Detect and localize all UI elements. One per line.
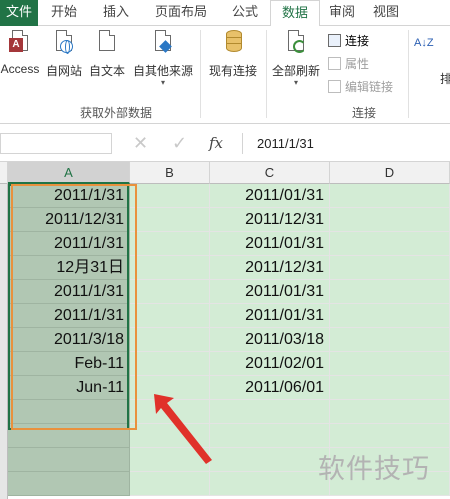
connections-group-label: 连接 bbox=[352, 106, 377, 120]
group-separator bbox=[200, 30, 201, 118]
tab-insert[interactable]: 插入 bbox=[90, 0, 142, 26]
refresh-all-label: 全部刷新 bbox=[271, 64, 320, 78]
ribbon-tab-bar: 文件 开始 插入 页面布局 公式 数据 审阅 视图 bbox=[0, 0, 450, 27]
cell-d5[interactable] bbox=[330, 280, 450, 304]
name-box[interactable] bbox=[0, 133, 112, 154]
ribbon: A Access 自网站 自文本 自其他来源 ▾ 现有连接 获取外部数据 全部刷… bbox=[0, 26, 450, 124]
column-header-b[interactable]: B bbox=[130, 162, 210, 184]
refresh-all-button[interactable]: 全部刷新 ▾ bbox=[268, 30, 324, 87]
cell-c5[interactable]: 2011/01/31 bbox=[210, 280, 330, 304]
formula-bar: ✕ ✓ fx 2011/1/31 bbox=[0, 124, 450, 162]
column-header-d[interactable]: D bbox=[330, 162, 450, 184]
cell-d6[interactable] bbox=[330, 304, 450, 328]
from-other-sources-button[interactable]: 自其他来源 ▾ bbox=[130, 30, 196, 87]
cell-d4[interactable] bbox=[330, 256, 450, 280]
access-icon: A bbox=[9, 30, 31, 58]
from-other-sources-label: 自其他来源 bbox=[132, 64, 193, 78]
cell-d11[interactable] bbox=[330, 424, 450, 448]
refresh-icon bbox=[285, 30, 307, 58]
cell-c13[interactable] bbox=[210, 472, 330, 496]
other-sources-icon bbox=[152, 30, 174, 58]
cell-d1[interactable] bbox=[330, 184, 450, 208]
cell-c3[interactable]: 2011/01/31 bbox=[210, 232, 330, 256]
highlight-box bbox=[11, 184, 137, 430]
cell-d7[interactable] bbox=[330, 328, 450, 352]
properties-icon bbox=[328, 57, 341, 70]
cell-b2[interactable] bbox=[130, 208, 210, 232]
tab-review[interactable]: 审阅 bbox=[320, 0, 364, 26]
tab-formulas[interactable]: 公式 bbox=[220, 0, 270, 26]
cancel-icon[interactable]: ✕ bbox=[133, 133, 148, 154]
sort-ascending-icon[interactable]: A↓Z bbox=[414, 38, 434, 49]
cell-d8[interactable] bbox=[330, 352, 450, 376]
tab-file[interactable]: 文件 bbox=[0, 0, 38, 26]
connections-label: 连接 bbox=[345, 34, 370, 48]
sort-label[interactable]: 排 bbox=[440, 70, 450, 87]
cell-b4[interactable] bbox=[130, 256, 210, 280]
cell-c8[interactable]: 2011/02/01 bbox=[210, 352, 330, 376]
edit-links-button[interactable]: 编辑链接 bbox=[328, 78, 393, 96]
cell-c10[interactable] bbox=[210, 400, 330, 424]
cell-d9[interactable] bbox=[330, 376, 450, 400]
cell-c6[interactable]: 2011/01/31 bbox=[210, 304, 330, 328]
select-all-corner[interactable] bbox=[0, 162, 8, 184]
from-access-label: Access bbox=[0, 62, 40, 76]
cell-d10[interactable] bbox=[330, 400, 450, 424]
dropdown-arrow-icon: ▾ bbox=[160, 78, 165, 87]
text-file-icon bbox=[96, 30, 118, 58]
from-web-button[interactable]: 自网站 bbox=[44, 30, 84, 79]
from-text-label: 自文本 bbox=[88, 64, 125, 78]
properties-label: 属性 bbox=[345, 57, 370, 71]
from-web-label: 自网站 bbox=[45, 64, 82, 78]
cell-a12[interactable] bbox=[8, 448, 130, 472]
cell-b3[interactable] bbox=[130, 232, 210, 256]
properties-button[interactable]: 属性 bbox=[328, 55, 369, 73]
cell-b1[interactable] bbox=[130, 184, 210, 208]
web-globe-icon bbox=[53, 30, 75, 58]
database-icon bbox=[222, 30, 244, 58]
group-separator bbox=[266, 30, 267, 118]
enter-icon[interactable]: ✓ bbox=[172, 133, 187, 154]
connections-icon bbox=[328, 34, 341, 47]
dropdown-arrow-icon: ▾ bbox=[293, 78, 298, 87]
cell-c4[interactable]: 2011/12/31 bbox=[210, 256, 330, 280]
connections-button[interactable]: 连接 bbox=[328, 32, 369, 50]
arrow-shape bbox=[154, 394, 212, 464]
cell-d3[interactable] bbox=[330, 232, 450, 256]
cell-c9[interactable]: 2011/06/01 bbox=[210, 376, 330, 400]
from-text-button[interactable]: 自文本 bbox=[86, 30, 128, 79]
cell-a13[interactable] bbox=[8, 472, 130, 496]
cell-b7[interactable] bbox=[130, 328, 210, 352]
tab-home[interactable]: 开始 bbox=[38, 0, 90, 26]
cell-b5[interactable] bbox=[130, 280, 210, 304]
existing-connections-button[interactable]: 现有连接 bbox=[204, 30, 262, 79]
cell-b8[interactable] bbox=[130, 352, 210, 376]
tab-page-layout[interactable]: 页面布局 bbox=[142, 0, 220, 26]
row-headers[interactable] bbox=[0, 184, 8, 499]
cell-c1[interactable]: 2011/01/31 bbox=[210, 184, 330, 208]
cell-b13[interactable] bbox=[130, 472, 210, 496]
group-separator bbox=[408, 30, 409, 118]
cell-c2[interactable]: 2011/12/31 bbox=[210, 208, 330, 232]
edit-links-label: 编辑链接 bbox=[345, 80, 394, 94]
cell-d2[interactable] bbox=[330, 208, 450, 232]
column-header-c[interactable]: C bbox=[210, 162, 330, 184]
formula-input[interactable]: 2011/1/31 bbox=[242, 133, 450, 154]
tab-data[interactable]: 数据 bbox=[270, 0, 320, 27]
existing-connections-label: 现有连接 bbox=[208, 64, 257, 78]
insert-function-icon[interactable]: fx bbox=[209, 133, 223, 154]
annotation-arrow bbox=[154, 394, 212, 464]
cell-c12[interactable] bbox=[210, 448, 330, 472]
column-header-a[interactable]: A bbox=[8, 162, 130, 184]
tab-view[interactable]: 视图 bbox=[364, 0, 408, 26]
cell-c11[interactable] bbox=[210, 424, 330, 448]
cell-b6[interactable] bbox=[130, 304, 210, 328]
edit-links-icon bbox=[328, 80, 341, 93]
watermark-text: 软件技巧 bbox=[318, 454, 430, 484]
get-external-data-group-label: 获取外部数据 bbox=[80, 106, 153, 120]
cell-c7[interactable]: 2011/03/18 bbox=[210, 328, 330, 352]
from-access-button[interactable]: A Access bbox=[0, 30, 42, 76]
